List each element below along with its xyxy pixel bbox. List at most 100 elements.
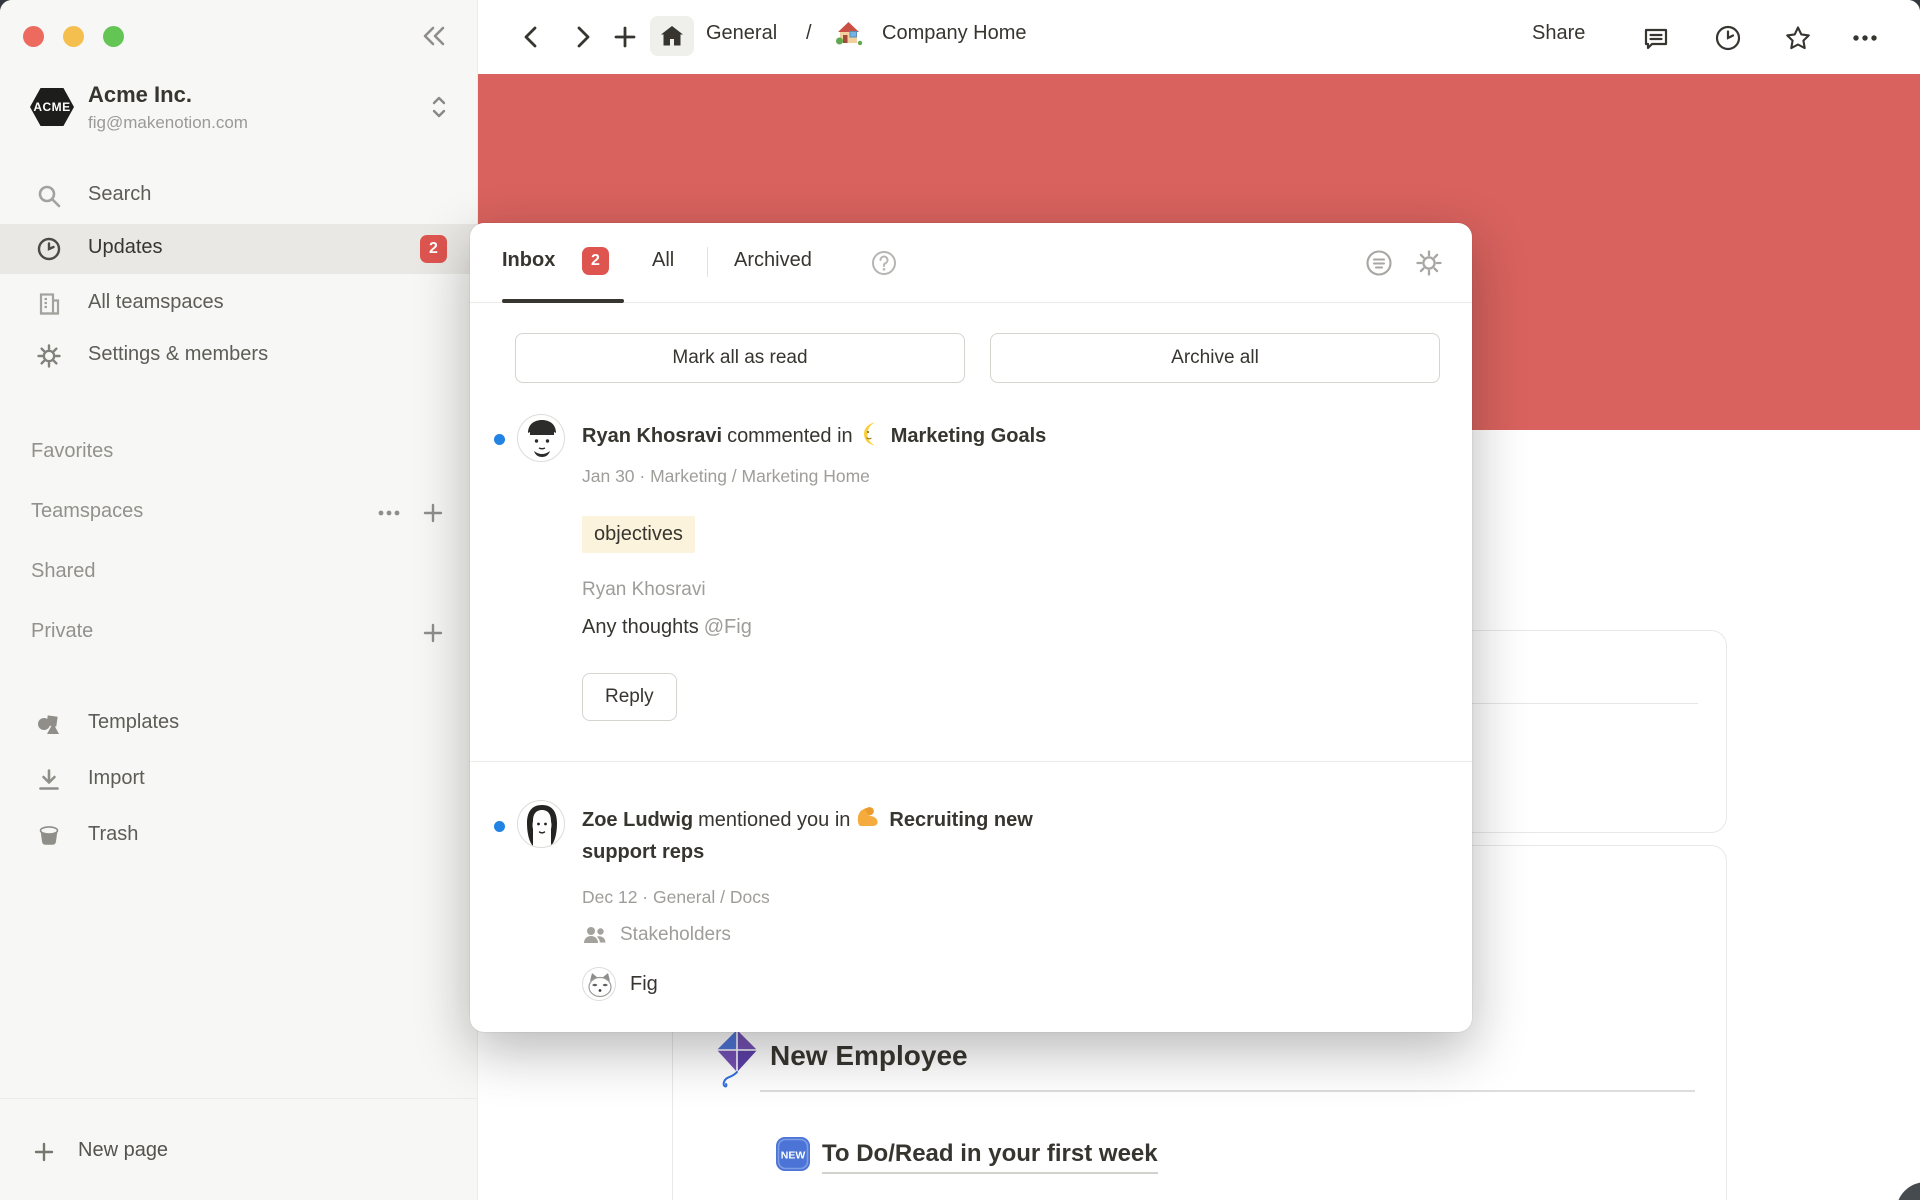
window-zoom-button[interactable] bbox=[103, 26, 124, 47]
breadcrumb-home-button[interactable] bbox=[650, 16, 694, 56]
moon-face-emoji bbox=[858, 421, 884, 447]
forward-icon[interactable] bbox=[570, 24, 596, 50]
section-label: Shared bbox=[31, 560, 96, 583]
updates-unread-badge: 2 bbox=[420, 235, 447, 263]
add-teamspace-icon[interactable] bbox=[420, 500, 446, 526]
new-page-button[interactable]: New page bbox=[0, 1122, 478, 1184]
sidebar-section-teamspaces[interactable]: Teamspaces bbox=[0, 490, 478, 536]
notification-title: Zoe Ludwigmentioned you inRecruiting new… bbox=[582, 804, 1102, 868]
notification-divider bbox=[470, 761, 1472, 762]
comments-icon[interactable] bbox=[1642, 24, 1668, 50]
topbar: General / Company Home Share bbox=[478, 0, 1920, 74]
inbox-settings-gear-icon[interactable] bbox=[1414, 248, 1444, 278]
tab-inbox[interactable]: Inbox bbox=[502, 249, 555, 272]
tab-divider bbox=[707, 247, 708, 277]
svg-text:NEW: NEW bbox=[781, 1150, 806, 1162]
archive-all-button[interactable]: Archive all bbox=[990, 333, 1440, 383]
sidebar-section-favorites[interactable]: Favorites bbox=[0, 430, 478, 476]
more-options-icon[interactable] bbox=[1850, 24, 1876, 50]
kite-emoji bbox=[712, 1028, 762, 1090]
workspace-logo: ACME bbox=[30, 88, 74, 126]
breadcrumb-root[interactable]: General bbox=[706, 22, 777, 45]
sidebar-item-updates[interactable]: Updates 2 bbox=[0, 224, 478, 274]
favorite-star-icon[interactable] bbox=[1784, 24, 1810, 50]
search-icon bbox=[36, 183, 62, 209]
workspace-switcher[interactable]: ACME Acme Inc. fig@makenotion.com bbox=[0, 82, 478, 140]
house-emoji bbox=[834, 18, 864, 48]
action-text: commented in bbox=[727, 425, 853, 447]
sidebar-item-import[interactable]: Import bbox=[0, 756, 478, 804]
sidebar-divider bbox=[0, 1098, 478, 1099]
action-text: mentioned you in bbox=[698, 809, 850, 831]
history-icon[interactable] bbox=[1714, 24, 1740, 50]
window-close-button[interactable] bbox=[23, 26, 44, 47]
gear-icon bbox=[36, 343, 62, 369]
inbox-header: Inbox 2 All Archived bbox=[470, 223, 1472, 303]
sidebar-collapse-icon[interactable] bbox=[418, 20, 450, 52]
share-button[interactable]: Share bbox=[1532, 22, 1585, 45]
back-icon[interactable] bbox=[518, 24, 544, 50]
page-link-to-do-read[interactable]: To Do/Read in your first week bbox=[822, 1140, 1158, 1174]
sidebar-section-shared[interactable]: Shared bbox=[0, 550, 478, 596]
notification-meta: Jan 30 · Marketing / Marketing Home bbox=[582, 466, 870, 487]
sidebar-item-templates[interactable]: Templates bbox=[0, 700, 478, 748]
property-row: Stakeholders bbox=[582, 923, 731, 947]
mark-all-read-button[interactable]: Mark all as read bbox=[515, 333, 965, 383]
home-icon bbox=[659, 23, 685, 49]
comment-author: Ryan Khosravi bbox=[582, 579, 706, 601]
section-label: Private bbox=[31, 620, 93, 643]
trash-icon bbox=[36, 823, 62, 849]
sidebar-item-search[interactable]: Search bbox=[0, 172, 478, 220]
person-name: Fig bbox=[630, 973, 658, 996]
sidebar-item-settings[interactable]: Settings & members bbox=[0, 332, 478, 380]
tab-all[interactable]: All bbox=[652, 249, 674, 272]
workspace-email: fig@makenotion.com bbox=[88, 113, 248, 133]
unfold-icon bbox=[428, 94, 450, 120]
highlighted-text: objectives bbox=[582, 516, 695, 553]
reply-button[interactable]: Reply bbox=[582, 673, 677, 721]
sidebar: ACME Acme Inc. fig@makenotion.com Search bbox=[0, 0, 478, 1200]
sidebar-item-label: Settings & members bbox=[88, 343, 268, 366]
sidebar-item-trash[interactable]: Trash bbox=[0, 812, 478, 860]
mention-chip: @Fig bbox=[704, 616, 752, 638]
comment-text: Any thoughts@Fig bbox=[582, 616, 752, 639]
property-label: Stakeholders bbox=[620, 924, 731, 946]
avatar bbox=[517, 414, 565, 462]
sidebar-item-all-teamspaces[interactable]: All teamspaces bbox=[0, 280, 478, 328]
section-label: Teamspaces bbox=[31, 500, 143, 523]
people-icon bbox=[582, 923, 608, 947]
sidebar-item-label: Import bbox=[88, 767, 145, 790]
actor-name: Ryan Khosravi bbox=[582, 425, 722, 447]
window-minimize-button[interactable] bbox=[63, 26, 84, 47]
clock-icon bbox=[36, 236, 62, 262]
notion-window: ACME Acme Inc. fig@makenotion.com Search bbox=[0, 0, 1920, 1200]
person-mention-row: Fig bbox=[582, 967, 658, 1001]
new-button-emoji: NEW bbox=[774, 1134, 812, 1174]
unread-dot bbox=[494, 434, 505, 445]
page-title: New Employee bbox=[770, 1040, 968, 1072]
import-icon bbox=[36, 767, 62, 793]
sidebar-item-label: Updates bbox=[88, 236, 163, 259]
section-label: Favorites bbox=[31, 440, 113, 463]
sidebar-item-label: Trash bbox=[88, 823, 138, 846]
help-circle-icon[interactable] bbox=[870, 249, 898, 277]
templates-icon bbox=[36, 711, 62, 737]
avatar bbox=[517, 800, 565, 848]
sidebar-item-label: All teamspaces bbox=[88, 291, 224, 314]
notification-title: Ryan Khosravicommented inMarketing Goals bbox=[582, 420, 1222, 452]
flex-biceps-emoji bbox=[855, 804, 882, 831]
filter-icon[interactable] bbox=[1364, 248, 1394, 278]
breadcrumb-page[interactable]: Company Home bbox=[882, 22, 1027, 45]
new-tab-icon[interactable] bbox=[612, 24, 638, 50]
raccoon-avatar bbox=[582, 967, 616, 1001]
more-icon[interactable] bbox=[376, 500, 402, 526]
inbox-popover: Inbox 2 All Archived bbox=[470, 223, 1472, 1032]
sidebar-section-private[interactable]: Private bbox=[0, 610, 478, 656]
add-private-page-icon[interactable] bbox=[420, 620, 446, 646]
sidebar-item-label: Templates bbox=[88, 711, 179, 734]
active-tab-indicator bbox=[502, 299, 624, 303]
tab-archived[interactable]: Archived bbox=[734, 249, 812, 272]
comment-body: Any thoughts bbox=[582, 616, 699, 638]
help-button[interactable] bbox=[1896, 1182, 1920, 1200]
workspace-name: Acme Inc. bbox=[88, 82, 192, 108]
